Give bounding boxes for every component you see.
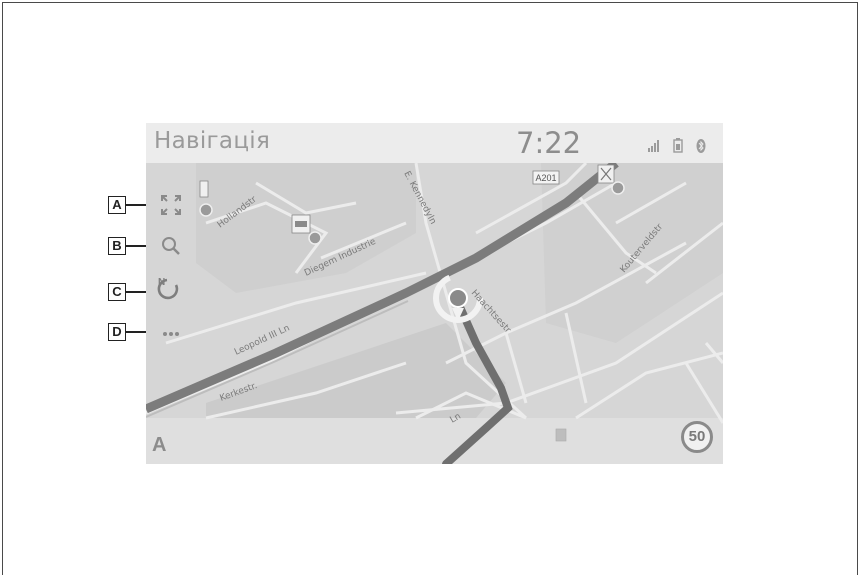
fuel-station-icon[interactable]	[555, 428, 567, 442]
callout-d-line	[126, 331, 148, 333]
north-up-compass-icon: N	[157, 277, 179, 300]
bluetooth-icon	[696, 139, 706, 153]
app-title: Навігація	[154, 128, 271, 154]
status-bar: Навігація 7:22	[146, 123, 723, 163]
callout-d: D	[108, 323, 126, 341]
compass-label: A	[152, 434, 167, 456]
svg-text:N: N	[158, 277, 165, 288]
fullscreen-icon	[161, 195, 181, 215]
callout-c: C	[108, 283, 126, 301]
map-lower-band	[146, 418, 723, 464]
callout-b: B	[108, 237, 126, 255]
route-shield: A201	[532, 170, 560, 185]
svg-text:A201: A201	[535, 173, 556, 183]
search-button[interactable]	[156, 231, 186, 261]
battery-icon	[673, 138, 683, 153]
callout-a-line	[126, 204, 148, 206]
more-options-icon	[163, 332, 179, 336]
callout-c-line	[126, 291, 148, 293]
callout-b-line	[126, 245, 148, 247]
north-up-button[interactable]: N	[154, 274, 184, 304]
fullscreen-button[interactable]	[156, 190, 186, 220]
navigation-screen: A201 Hollandstr E. Kennedyln Diegem Indu…	[146, 123, 723, 464]
speed-limit-sign: 50	[681, 421, 713, 453]
status-icons	[648, 138, 706, 153]
more-options-button[interactable]	[156, 319, 186, 349]
clock: 7:22	[516, 126, 582, 160]
callout-a: A	[108, 196, 126, 214]
map-view[interactable]: A201 Hollandstr E. Kennedyln Diegem Indu…	[146, 163, 723, 464]
search-icon	[162, 237, 180, 255]
signal-bars-icon	[648, 140, 659, 152]
